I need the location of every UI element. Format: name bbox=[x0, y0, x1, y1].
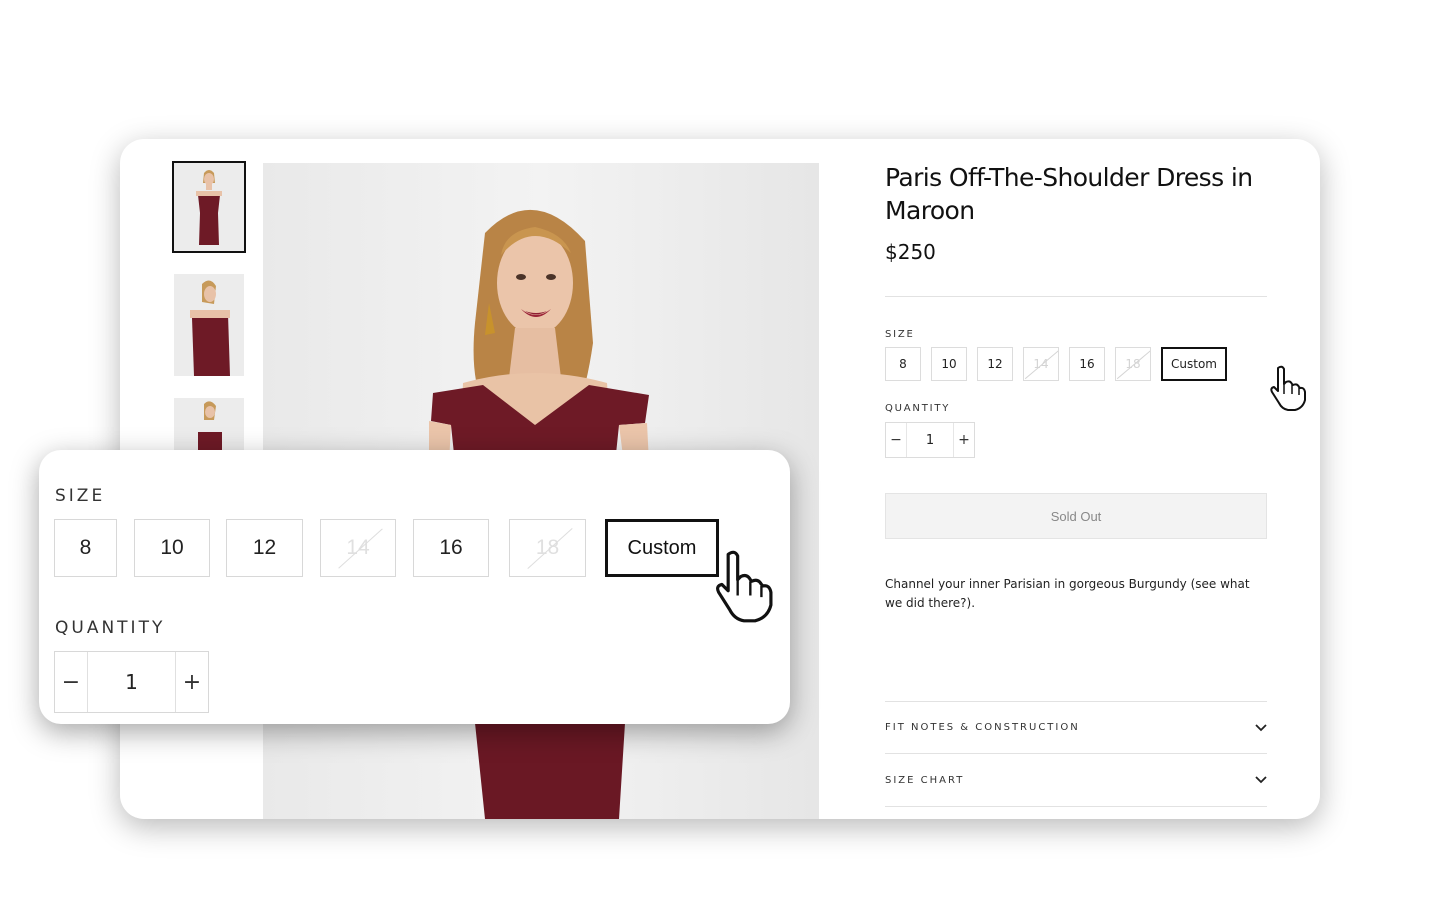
sold-out-button[interactable]: Sold Out bbox=[885, 493, 1267, 539]
size-option-10[interactable]: 10 bbox=[134, 519, 210, 577]
accordion-label: SIZE CHART bbox=[885, 774, 965, 786]
size-option-custom[interactable]: Custom bbox=[1161, 347, 1227, 381]
divider bbox=[885, 296, 1267, 297]
accordion-fit-notes[interactable]: FIT NOTES & CONSTRUCTION bbox=[885, 701, 1267, 754]
thumbnail-2[interactable] bbox=[174, 274, 244, 376]
quantity-stepper-zoom: − 1 + bbox=[54, 651, 209, 713]
size-option-8[interactable]: 8 bbox=[885, 347, 921, 381]
hand-pointer-icon bbox=[1270, 365, 1306, 411]
accordion-size-chart[interactable]: SIZE CHART bbox=[885, 754, 1267, 807]
product-accordion: FIT NOTES & CONSTRUCTION SIZE CHART bbox=[885, 701, 1267, 807]
quantity-decrease-button[interactable]: − bbox=[55, 652, 87, 712]
size-option-16[interactable]: 16 bbox=[1069, 347, 1105, 381]
model-photo-thumb-icon bbox=[174, 163, 244, 251]
size-option-8[interactable]: 8 bbox=[54, 519, 117, 577]
quantity-value[interactable]: 1 bbox=[87, 652, 176, 712]
quantity-value[interactable]: 1 bbox=[906, 423, 954, 457]
size-option-16[interactable]: 16 bbox=[413, 519, 489, 577]
size-option-18-unavailable[interactable]: 18 bbox=[1115, 347, 1151, 381]
product-description: Channel your inner Parisian in gorgeous … bbox=[885, 577, 1250, 610]
quantity-label: QUANTITY bbox=[885, 403, 951, 414]
hand-pointer-icon bbox=[716, 550, 773, 623]
quantity-label: QUANTITY bbox=[55, 618, 166, 638]
quantity-increase-button[interactable]: + bbox=[954, 423, 974, 457]
size-option-12[interactable]: 12 bbox=[977, 347, 1013, 381]
accordion-label: FIT NOTES & CONSTRUCTION bbox=[885, 722, 1080, 733]
product-price: $250 bbox=[885, 240, 936, 264]
size-option-14-unavailable[interactable]: 14 bbox=[1023, 347, 1059, 381]
product-info: Paris Off-The-Shoulder Dress in Maroon $… bbox=[885, 161, 1267, 613]
quantity-increase-button[interactable]: + bbox=[176, 652, 208, 712]
size-option-custom[interactable]: Custom bbox=[605, 519, 719, 577]
chevron-down-icon bbox=[1255, 723, 1267, 731]
size-label: SIZE bbox=[55, 486, 106, 506]
size-option-18-unavailable[interactable]: 18 bbox=[509, 519, 586, 577]
size-option-12[interactable]: 12 bbox=[226, 519, 303, 577]
quantity-stepper: − 1 + bbox=[885, 422, 975, 458]
size-selector: 8 10 12 14 16 18 Custom bbox=[885, 347, 1267, 381]
size-option-14-unavailable[interactable]: 14 bbox=[320, 519, 396, 577]
model-photo-side-icon bbox=[174, 274, 244, 376]
size-zoom-callout: SIZE 8 10 12 14 16 18 Custom QUANTITY − … bbox=[39, 450, 790, 724]
chevron-down-icon bbox=[1255, 776, 1267, 784]
product-title: Paris Off-The-Shoulder Dress in Maroon bbox=[885, 163, 1253, 225]
thumbnail-1[interactable] bbox=[172, 161, 246, 253]
size-label: SIZE bbox=[885, 329, 915, 340]
size-option-10[interactable]: 10 bbox=[931, 347, 967, 381]
quantity-decrease-button[interactable]: − bbox=[886, 423, 906, 457]
